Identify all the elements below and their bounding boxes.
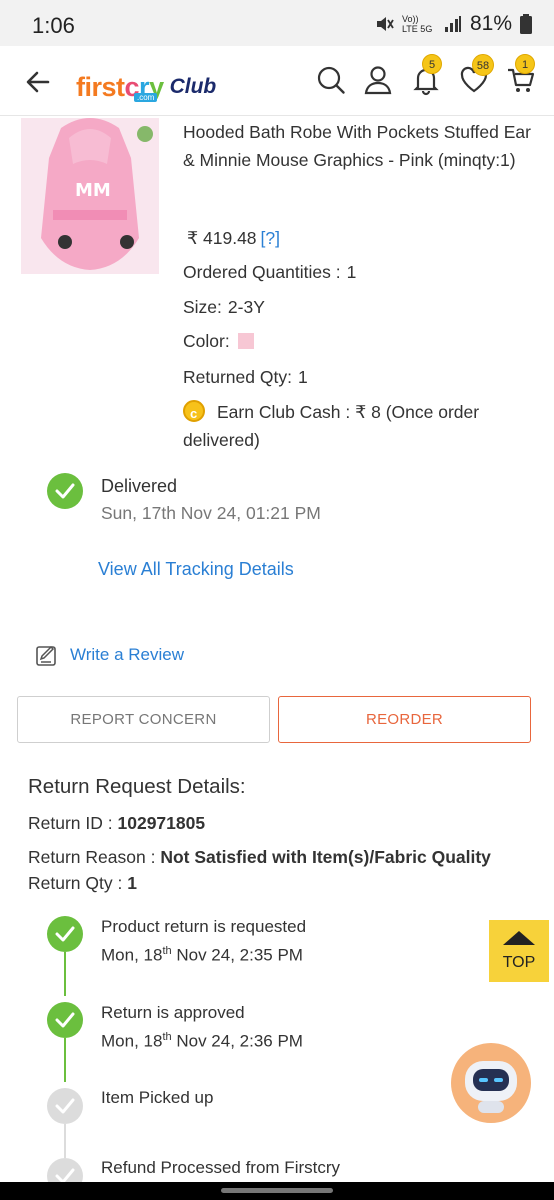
wishlist-badge: 58 <box>472 54 494 76</box>
step-title: Return is approved <box>101 1003 245 1022</box>
ordered-quantity: Ordered Quantities :1 <box>183 262 356 283</box>
delivery-status: Delivered <box>101 476 178 496</box>
status-bar: 1:06 Vo)) LTE 5G 81% <box>0 0 554 46</box>
profile-icon[interactable] <box>362 64 394 96</box>
report-concern-button[interactable]: REPORT CONCERN <box>17 696 270 743</box>
returned-label: Returned Qty: <box>183 367 292 387</box>
step-title: Refund Processed from Firstcry <box>101 1158 341 1177</box>
search-icon[interactable] <box>315 64 347 96</box>
step-pending-check-icon <box>47 1088 83 1124</box>
club-cash-row: Earn Club Cash : ₹ 8 (Once order deliver… <box>183 398 533 454</box>
return-reason-row: Return Reason : Not Satisfied with Item(… <box>28 847 491 868</box>
edit-icon <box>36 645 56 666</box>
logo-club: Club <box>169 75 217 98</box>
return-reason-label: Return Reason : <box>28 847 156 867</box>
reorder-button[interactable]: REORDER <box>278 696 531 743</box>
up-arrow-icon <box>503 931 535 945</box>
system-nav-bar <box>0 1182 554 1200</box>
wishlist-button[interactable]: 58 <box>458 54 494 96</box>
view-tracking-link[interactable]: View All Tracking Details <box>98 559 294 580</box>
club-coin-icon <box>183 400 205 428</box>
size-value: 2-3Y <box>227 297 265 317</box>
delivery-date: Sun, 17th Nov 24, 01:21 PM <box>101 503 321 523</box>
size-label: Size: <box>183 297 222 317</box>
step-done-check-icon <box>47 916 83 952</box>
size-row: Size: 2-3Y <box>183 297 265 318</box>
app-header: firstcry .com Club 5 58 1 <box>0 46 554 116</box>
notification-badge: 5 <box>422 54 442 74</box>
battery-icon <box>520 14 532 34</box>
delivered-check-icon <box>47 473 83 509</box>
timeline-connector <box>64 1038 66 1082</box>
write-review-link[interactable]: Write a Review <box>36 643 184 667</box>
step-title: Product return is requested <box>101 917 307 936</box>
color-label: Color: <box>183 331 230 351</box>
return-reason-value: Not Satisfied with Item(s)/Fabric Qualit… <box>160 847 491 867</box>
timeline-connector <box>64 1124 66 1158</box>
home-gesture-pill[interactable] <box>221 1188 333 1193</box>
return-qty-value: 1 <box>127 873 137 893</box>
signal-icon <box>444 16 461 32</box>
mute-icon <box>376 17 394 31</box>
ordered-label: Ordered Quantities : <box>183 262 341 282</box>
svg-text:MM: MM <box>75 180 111 201</box>
return-heading: Return Request Details: <box>28 775 246 798</box>
product-price: ₹ 419.48 [?] <box>187 228 280 249</box>
battery-percent: 81% <box>469 12 512 35</box>
product-image[interactable]: MM <box>21 118 159 274</box>
chatbot-button[interactable] <box>451 1043 531 1123</box>
scroll-to-top-button[interactable]: TOP <box>489 920 549 982</box>
back-arrow-icon[interactable] <box>20 64 56 100</box>
status-time: 1:06 <box>32 13 75 38</box>
returned-value: 1 <box>297 367 308 387</box>
step-date: Mon, 18th Nov 24, 2:36 PM <box>101 1031 303 1051</box>
cart-button[interactable]: 1 <box>505 54 537 96</box>
ordered-value: 1 <box>346 262 357 282</box>
firstcry-club-logo[interactable]: firstcry .com Club <box>76 58 216 102</box>
price-help-link[interactable]: [?] <box>261 228 280 248</box>
write-review-label: Write a Review <box>70 645 184 664</box>
color-swatch <box>237 333 254 349</box>
product-title[interactable]: Hooded Bath Robe With Pockets Stuffed Ea… <box>183 118 533 174</box>
return-qty-label: Return Qty : <box>28 873 123 893</box>
step-title: Item Picked up <box>101 1088 214 1107</box>
color-row: Color: <box>183 331 254 352</box>
top-label: TOP <box>502 954 536 971</box>
return-qty-row: Return Qty : 1 <box>28 873 137 894</box>
network-label: Vo)) LTE 5G <box>401 14 433 34</box>
bathrobe-image: MM <box>21 118 159 274</box>
logo-com: .com <box>134 93 158 102</box>
step-date: Mon, 18th Nov 24, 2:35 PM <box>101 945 303 965</box>
currency-symbol: ₹ <box>187 228 199 248</box>
return-id-label: Return ID : <box>28 813 113 833</box>
price-value: 419.48 <box>203 228 257 248</box>
timeline-connector <box>64 952 66 996</box>
returned-qty-row: Returned Qty: 1 <box>183 367 308 388</box>
step-done-check-icon <box>47 1002 83 1038</box>
return-id-row: Return ID : 102971805 <box>28 813 205 834</box>
notification-button[interactable]: 5 <box>410 54 442 96</box>
return-id-value: 102971805 <box>117 813 206 833</box>
cart-badge: 1 <box>515 54 535 74</box>
club-cash-text: Earn Club Cash : ₹ 8 (Once order deliver… <box>183 402 480 450</box>
